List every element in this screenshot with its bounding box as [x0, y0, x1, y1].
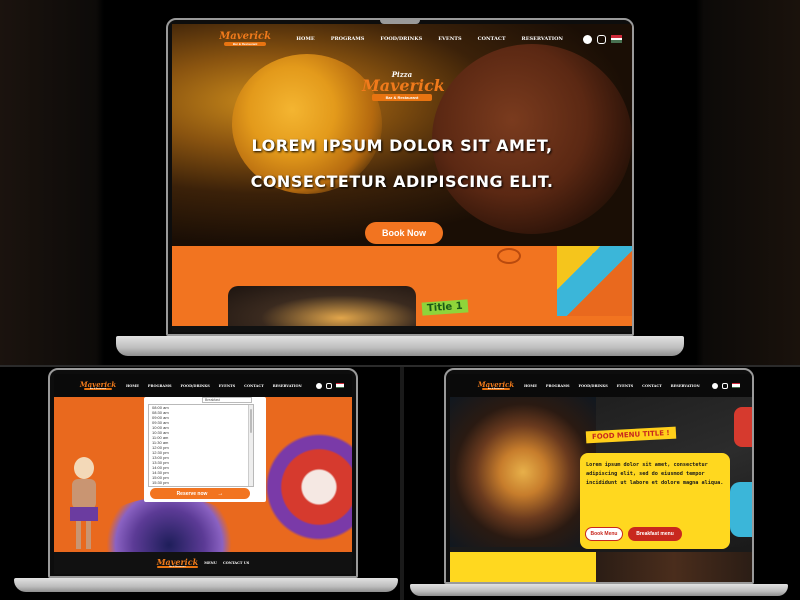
reservation-laptop-lid: Maverick Bar & Restaurant HOME PROGRAMS … — [48, 368, 358, 578]
footer-contact-link[interactable]: CONTACT US — [223, 561, 249, 565]
vertical-divider — [400, 367, 404, 600]
main-laptop-camera-notch — [380, 20, 420, 24]
nav-programs[interactable]: PROGRAMS — [331, 36, 365, 42]
reservation-laptop-mockup: Maverick Bar & Restaurant HOME PROGRAMS … — [14, 368, 398, 598]
reserve-now-button[interactable]: Reserve now → — [150, 488, 250, 499]
red-swirl-art — [259, 417, 352, 552]
meal-select[interactable]: Breakfast — [202, 397, 252, 403]
breakfast-menu-button[interactable]: Breakfast menu — [628, 527, 682, 541]
meal-select-value: Breakfast — [205, 398, 220, 402]
instagram-icon[interactable] — [597, 34, 606, 44]
bottom-food-image — [596, 552, 752, 582]
food-card-image — [228, 286, 416, 326]
sun-doodle — [497, 248, 521, 264]
footer-logo-main: Maverick — [156, 557, 199, 567]
nav-links: HOME PROGRAMS FOOD/DRINKS EVENTS CONTACT… — [296, 36, 563, 42]
facebook-icon[interactable] — [315, 382, 322, 389]
main-navbar: Maverick Bar & Restaurant HOME PROGRAMS … — [172, 24, 632, 54]
hero-logo-sub: Bar & Restaurant — [372, 94, 432, 101]
book-now-button[interactable]: Book Now — [365, 222, 443, 244]
hero-logo: Pizza Maverick Bar & Restaurant — [362, 70, 445, 101]
yellow-bottom-block — [450, 552, 596, 582]
reservation-form-card: Breakfast 08:00 am 08:30 am 09:00 am 09:30 … — [144, 397, 266, 502]
food-menu-nav-logo[interactable]: Maverick Bar & Restaurant — [476, 381, 516, 390]
reservation-nav-contact[interactable]: CONTACT — [244, 384, 264, 388]
food-menu-description: Lorem ipsum dolor sit amet, consectetur … — [586, 462, 724, 486]
orange-content-section: Title 1 — [172, 246, 632, 326]
hungarian-flag-icon[interactable] — [335, 382, 344, 389]
hero-section: Pizza Maverick Bar & Restaurant LOREM IP… — [172, 24, 632, 246]
cartoon-bunny-illustration — [62, 457, 107, 552]
nav-contact[interactable]: CONTACT — [478, 36, 506, 42]
time-option[interactable]: 16:00 pm — [149, 485, 253, 486]
nav-logo-main: Maverick — [219, 31, 272, 42]
nav-logo-sub: Bar & Restaurant — [224, 42, 267, 46]
food-menu-nav-contact[interactable]: CONTACT — [642, 384, 662, 388]
reservation-navbar: Maverick Bar & Restaurant HOME PROGRAMS … — [54, 374, 352, 397]
arrow-right-icon: → — [217, 490, 224, 497]
food-menu-laptop-screen: FOOD MENU TITLE ! Lorem ipsum dolor sit … — [450, 374, 752, 582]
nav-icons — [583, 34, 622, 44]
reservation-section: Breakfast 08:00 am 08:30 am 09:00 am 09:30 … — [54, 397, 352, 552]
food-menu-nav-logo-main: Maverick — [477, 380, 515, 389]
reservation-nav-icons — [315, 382, 344, 389]
reservation-nav-logo[interactable]: Maverick Bar & Restaurant — [78, 381, 118, 390]
food-menu-laptop-mockup: FOOD MENU TITLE ! Lorem ipsum dolor sit … — [408, 368, 790, 598]
book-menu-button[interactable]: Book Menu — [585, 527, 623, 541]
nav-events[interactable]: EVENTS — [438, 36, 461, 42]
food-menu-section: FOOD MENU TITLE ! Lorem ipsum dolor sit … — [450, 397, 752, 582]
food-menu-nav-home[interactable]: HOME — [524, 384, 537, 388]
facebook-icon[interactable] — [711, 382, 718, 389]
reservation-laptop-base — [14, 578, 398, 592]
facebook-icon[interactable] — [583, 34, 592, 44]
time-options: 08:00 am 08:30 am 09:00 am 09:30 am 10:00 am… — [149, 405, 253, 486]
reservation-laptop-screen: Maverick Bar & Restaurant HOME PROGRAMS … — [54, 374, 352, 574]
footer-logo[interactable]: Maverick Bar & Restaurant — [156, 557, 199, 568]
nav-food-drinks[interactable]: FOOD/DRINKS — [380, 36, 422, 42]
food-menu-nav-food-drinks[interactable]: FOOD/DRINKS — [579, 384, 608, 388]
hungarian-flag-icon[interactable] — [611, 35, 622, 43]
reservation-nav-food-drinks[interactable]: FOOD/DRINKS — [181, 384, 210, 388]
reserve-now-label: Reserve now — [176, 490, 208, 497]
food-menu-nav-events[interactable]: EVENTS — [617, 384, 633, 388]
nav-logo[interactable]: Maverick Bar & Restaurant — [216, 32, 274, 46]
food-menu-card: Lorem ipsum dolor sit amet, consectetur … — [580, 453, 730, 549]
food-menu-laptop-lid: FOOD MENU TITLE ! Lorem ipsum dolor sit … — [444, 368, 754, 584]
food-menu-laptop-base — [410, 584, 788, 596]
reservation-nav-events[interactable]: EVENTS — [219, 384, 235, 388]
main-laptop-base — [116, 336, 684, 356]
footer-menu-link[interactable]: MENU — [204, 561, 217, 565]
graffiti-art — [557, 246, 632, 316]
reservation-nav-reservation[interactable]: RESERVATION — [273, 384, 302, 388]
reservation-nav-programs[interactable]: PROGRAMS — [148, 384, 172, 388]
burger-platter-image — [450, 397, 596, 547]
nav-home[interactable]: HOME — [296, 36, 314, 42]
reservation-footer: Maverick Bar & Restaurant MENU CONTACT U… — [54, 552, 352, 574]
hero-headline-line2: CONSECTETUR ADIPISCING ELIT. — [250, 172, 554, 191]
food-menu-nav-programs[interactable]: PROGRAMS — [546, 384, 570, 388]
main-laptop-lid: Pizza Maverick Bar & Restaurant LOREM IP… — [166, 18, 634, 336]
reservation-nav-home[interactable]: HOME — [126, 384, 139, 388]
time-select-list[interactable]: 08:00 am 08:30 am 09:00 am 09:30 am 10:00 am… — [148, 404, 254, 487]
instagram-icon[interactable] — [325, 382, 332, 389]
main-laptop-mockup: Pizza Maverick Bar & Restaurant LOREM IP… — [104, 8, 696, 364]
reservation-nav-logo-main: Maverick — [79, 380, 117, 389]
instagram-icon[interactable] — [721, 382, 728, 389]
main-laptop-screen: Pizza Maverick Bar & Restaurant LOREM IP… — [172, 24, 632, 332]
food-menu-nav-links: HOME PROGRAMS FOOD/DRINKS EVENTS CONTACT… — [524, 384, 700, 388]
purple-swirl-art — [94, 497, 244, 552]
food-menu-nav-reservation[interactable]: RESERVATION — [671, 384, 700, 388]
hungarian-flag-icon[interactable] — [731, 382, 740, 389]
food-menu-navbar: Maverick Bar & Restaurant HOME PROGRAMS … — [450, 374, 752, 397]
showcase-stage: Pizza Maverick Bar & Restaurant LOREM IP… — [0, 0, 800, 600]
hero-headline-line1: LOREM IPSUM DOLOR SIT AMET, — [251, 136, 553, 155]
time-list-scrollbar[interactable] — [248, 405, 253, 486]
food-menu-nav-icons — [711, 382, 740, 389]
reservation-nav-links: HOME PROGRAMS FOOD/DRINKS EVENTS CONTACT… — [126, 384, 302, 388]
section-title-1: Title 1 — [421, 299, 469, 316]
hero-logo-main: Maverick — [362, 76, 445, 95]
nav-reservation[interactable]: RESERVATION — [522, 36, 563, 42]
